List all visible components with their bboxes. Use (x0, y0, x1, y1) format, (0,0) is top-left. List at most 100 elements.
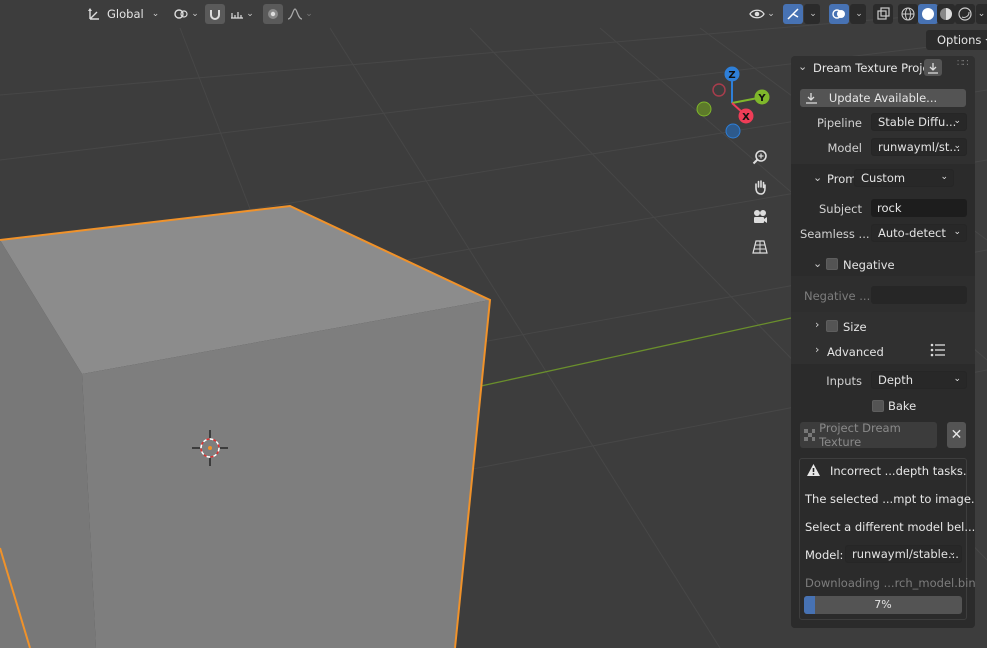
model-value: runwayml/st... (878, 140, 961, 154)
pipeline-dropdown[interactable]: Stable Diffu... ⌄ (871, 113, 967, 131)
solid-sphere-icon (922, 8, 934, 20)
advanced-label: Advanced (827, 345, 884, 359)
options-label: Options (937, 33, 982, 47)
seamless-label: Seamless ... (800, 227, 870, 241)
eye-icon (749, 9, 765, 19)
gizmo-y-label: Y (757, 93, 766, 104)
download-status-text: Downloading ...rch_model.bin (805, 576, 976, 590)
chevron-down-icon: ⌄ (948, 548, 956, 558)
size-checkbox[interactable] (826, 320, 838, 332)
pipeline-value: Stable Diffu... (878, 115, 957, 129)
chevron-down-icon: ⌄ (953, 227, 961, 237)
download-icon[interactable] (924, 59, 942, 76)
bake-label: Bake (888, 399, 917, 413)
warning-model-value: runwayml/stable... (852, 547, 959, 561)
falloff-dropdown[interactable]: ⌄ (284, 4, 316, 24)
zoom-icon[interactable] (747, 144, 773, 170)
viewport-header: Global ⌄ ⌄ ⌄ ⌄ ⌄ ⌄ ⌄ ⌄ (0, 0, 987, 28)
project-button-label: Project Dream Texture (819, 421, 901, 449)
chevron-down-icon: ⌄ (246, 9, 254, 19)
model-dropdown[interactable]: runwayml/st... ⌄ (871, 138, 967, 156)
update-available-button[interactable]: Update Available... (800, 89, 966, 107)
download-icon (806, 93, 817, 104)
seamless-dropdown[interactable]: Auto-detect ⌄ (871, 224, 967, 242)
proportional-circle-icon (268, 9, 278, 19)
gizmo-x-label: X (742, 112, 750, 123)
snap-toggle-button[interactable] (205, 4, 225, 24)
perspective-grid-icon[interactable] (747, 234, 773, 260)
material-preview-button[interactable] (937, 4, 955, 24)
gizmo-z-label: Z (728, 70, 735, 81)
cancel-button[interactable]: ✕ (947, 422, 966, 448)
prompt-preset-value: Custom (861, 171, 906, 185)
gizmo-toggle-button[interactable] (783, 4, 803, 24)
solid-shading-button[interactable] (918, 4, 938, 24)
download-progress-bar: 7% (804, 596, 962, 614)
warning-line-1: The selected ...mpt to image. (805, 492, 975, 506)
inputs-label: Inputs (826, 374, 862, 388)
subject-value: rock (877, 201, 902, 215)
chevron-down-icon: ⌄ (809, 9, 817, 19)
rendered-shading-button[interactable] (955, 4, 975, 24)
drag-handle-icon[interactable]: ∷∷ (957, 58, 969, 69)
wireframe-sphere-icon (901, 7, 915, 21)
options-button[interactable]: Options ◂ (926, 30, 987, 50)
snap-target-dropdown[interactable]: ⌄ (226, 4, 258, 24)
list-presets-icon[interactable] (930, 343, 946, 357)
chevron-down-icon[interactable]: ⌄ (798, 60, 807, 73)
overlays-dropdown[interactable]: ⌄ (850, 4, 866, 24)
negative-checkbox[interactable] (826, 258, 838, 270)
y-axis-line (439, 317, 792, 396)
inputs-dropdown[interactable]: Depth ⌄ (871, 371, 967, 389)
gizmo-dropdown[interactable]: ⌄ (804, 4, 820, 24)
chevron-down-icon: ⌄ (305, 9, 313, 19)
shading-dropdown[interactable]: ⌄ (976, 4, 987, 24)
chevron-down-icon: ⌄ (977, 9, 986, 19)
xray-toggle-button[interactable] (873, 4, 893, 24)
chevron-down-icon: ⌄ (953, 141, 961, 151)
orientation-label: Global (107, 7, 144, 21)
panel-header[interactable]: ⌄ Dream Texture Projec ∷∷ (791, 56, 975, 80)
transform-orientation-dropdown[interactable]: Global ⌄ (84, 4, 164, 24)
camera-icon[interactable] (747, 204, 773, 230)
chevron-down-icon: ⌄ (767, 9, 775, 19)
pivot-point-dropdown[interactable]: ⌄ (170, 4, 202, 24)
orientation-icon (88, 8, 99, 20)
inputs-value: Depth (878, 373, 914, 387)
chevron-down-icon: ⌄ (855, 9, 863, 19)
warning-icon (807, 464, 820, 476)
wireframe-shading-button[interactable] (898, 4, 918, 24)
seamless-value: Auto-detect (878, 226, 946, 240)
pivot-link-icon (174, 9, 188, 19)
prompt-preset-dropdown[interactable]: Custom ⌄ (854, 169, 954, 187)
subject-input[interactable]: rock (871, 199, 967, 217)
visibility-dropdown[interactable]: ⌄ (746, 4, 778, 24)
magnet-icon (210, 10, 220, 20)
overlays-toggle-button[interactable] (829, 4, 849, 24)
warning-model-label: Model: (805, 548, 844, 562)
warning-model-dropdown[interactable]: runwayml/stable... ⌄ (845, 545, 962, 563)
negative-label: Negative (843, 258, 895, 272)
bake-checkbox[interactable] (872, 400, 884, 412)
prompt-label: Prom (827, 172, 857, 186)
chevron-right-icon[interactable]: › (815, 343, 819, 356)
chevron-down-icon[interactable]: ⌄ (813, 171, 822, 184)
chevron-down-icon: ⌄ (191, 9, 199, 19)
update-available-label: Update Available... (828, 91, 938, 105)
subject-label: Subject (819, 202, 862, 216)
negative-prompt-label: Negative ... (804, 289, 871, 303)
chevron-down-icon[interactable]: ⌄ (813, 257, 822, 270)
cube-object[interactable] (0, 204, 492, 648)
texture-checker-icon (804, 429, 816, 441)
pipeline-label: Pipeline (816, 116, 862, 130)
chevron-down-icon: ⌄ (151, 9, 160, 19)
negative-prompt-input[interactable] (871, 286, 967, 304)
pan-hand-icon[interactable] (747, 174, 773, 200)
overlays-icon (832, 9, 845, 19)
proportional-edit-button[interactable] (263, 4, 283, 24)
chevron-right-icon[interactable]: › (815, 318, 819, 331)
project-dream-texture-button[interactable]: Project Dream Texture (800, 421, 937, 449)
falloff-curve-icon (288, 8, 303, 20)
snap-increment-icon (231, 12, 244, 19)
xray-icon (877, 7, 890, 20)
